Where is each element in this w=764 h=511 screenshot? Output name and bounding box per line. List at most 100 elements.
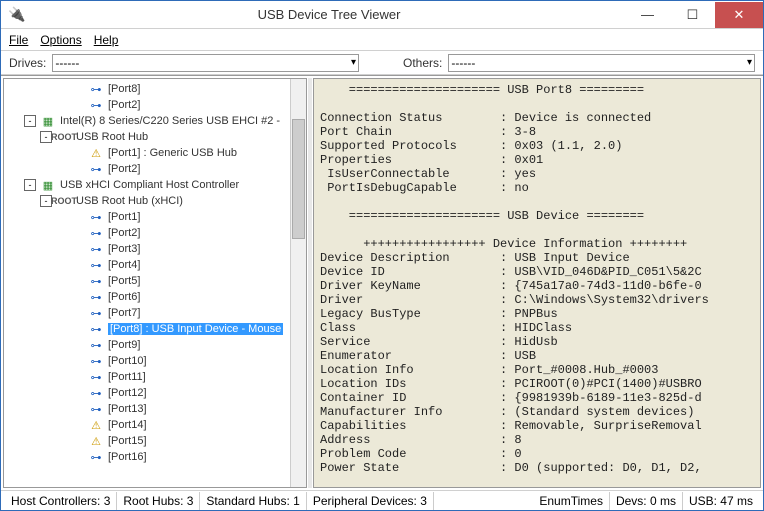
tree-row[interactable]: ⊶ [Port8] [4, 81, 306, 97]
usb-port-icon: ⊶ [88, 257, 104, 273]
tree-spacer [72, 259, 84, 271]
usb-port-icon: ⊶ [88, 321, 104, 337]
tree-scrollbar[interactable] [290, 79, 306, 487]
menu-options[interactable]: Options [40, 33, 81, 47]
menu-help[interactable]: Help [94, 33, 119, 47]
usb-port-icon: ⊶ [88, 305, 104, 321]
minimize-button[interactable]: — [625, 2, 670, 28]
tree-spacer [72, 227, 84, 239]
tree-label: [Port13] [108, 403, 147, 415]
tree-row[interactable]: ⊶[Port16] [4, 449, 306, 465]
tree-label: [Port8] : USB Input Device - Mouse [108, 323, 283, 335]
usb-port-icon: ⊶ [88, 161, 104, 177]
tree-row[interactable]: ⊶ [Port2] [4, 97, 306, 113]
tree-label: [Port1] [108, 211, 140, 223]
tree-label: USB xHCI Compliant Host Controller [60, 179, 239, 191]
tree-row[interactable]: ⊶ [Port11] [4, 369, 306, 385]
tree-label: [Port12] [108, 387, 147, 399]
toolbar: Drives: ------ ▾ Others: ------ ▾ [1, 51, 763, 75]
status-peripheral: Peripheral Devices: 3 [307, 492, 434, 510]
tree-row[interactable]: ⊶[Port6] [4, 289, 306, 305]
tree-label: [Port11] [108, 371, 146, 383]
status-root-hubs: Root Hubs: 3 [117, 492, 200, 510]
tree-row[interactable]: ⊶[Port5] [4, 273, 306, 289]
others-select[interactable]: ------ ▾ [448, 54, 755, 72]
usb-port-icon: ⊶ [88, 401, 104, 417]
tree-spacer [72, 83, 84, 95]
scrollbar-thumb[interactable] [292, 119, 305, 239]
tree-label: [Port16] [108, 451, 147, 463]
tree-spacer [72, 323, 84, 335]
tree-row[interactable]: ⊶[Port1] [4, 209, 306, 225]
tree-label: [Port2] [108, 227, 140, 239]
tree-row[interactable]: ⊶ [Port10] [4, 353, 306, 369]
status-usb: USB: 47 ms [683, 492, 759, 510]
status-enumtimes: EnumTimes [533, 492, 610, 510]
tree-spacer [72, 307, 84, 319]
tree-row[interactable]: ⊶ [Port8] : USB Input Device - Mouse [4, 321, 306, 337]
tree-label: [Port7] [108, 307, 140, 319]
tree-spacer [72, 371, 84, 383]
warning-icon: ⚠ [88, 433, 104, 449]
tree-label: [Port5] [108, 275, 140, 287]
usb-port-icon: ⊶ [88, 337, 104, 353]
drives-select[interactable]: ------ ▾ [52, 54, 359, 72]
tree-row[interactable]: ⚠[Port14] [4, 417, 306, 433]
splitter[interactable] [308, 78, 312, 488]
tree-row[interactable]: ⊶ [Port3] [4, 241, 306, 257]
maximize-button[interactable]: ☐ [670, 2, 715, 28]
tree-spacer [72, 275, 84, 287]
tree-label: [Port8] [108, 83, 140, 95]
others-label: Others: [403, 56, 442, 70]
usb-port-icon: ⊶ [88, 97, 104, 113]
usb-port-icon: ⊶ [88, 241, 104, 257]
usb-port-icon: ⊶ [88, 369, 104, 385]
tree-label: Intel(R) 8 Series/C220 Series USB EHCI #… [60, 115, 280, 127]
tree-row[interactable]: -ROOTUSB Root Hub (xHCI) [4, 193, 306, 209]
tree-row[interactable]: ⊶ [Port4] [4, 257, 306, 273]
tree-label: [Port3] [108, 243, 140, 255]
tree-label: [Port2] [108, 99, 140, 111]
tree-spacer [72, 419, 84, 431]
window-title: USB Device Tree Viewer [33, 7, 625, 22]
main-area: ⊶[Port8]⊶[Port2]-▦Intel(R) 8 Series/C220… [1, 75, 763, 490]
tree-row[interactable]: -▦ USB xHCI Compliant Host Controller [4, 177, 306, 193]
drives-value: ------ [55, 56, 79, 70]
tree-row[interactable]: ⊶ [Port7] [4, 305, 306, 321]
tree-row[interactable]: ⚠[Port1] : Generic USB Hub [4, 145, 306, 161]
tree-row[interactable]: ⊶ [Port12] [4, 385, 306, 401]
tree-row[interactable]: ⊶ [Port2] [4, 161, 306, 177]
collapse-icon[interactable]: - [24, 115, 36, 127]
drives-label: Drives: [9, 56, 46, 70]
usb-port-icon: ⊶ [88, 353, 104, 369]
tree-panel[interactable]: ⊶[Port8]⊶[Port2]-▦Intel(R) 8 Series/C220… [3, 78, 307, 488]
tree-spacer [72, 291, 84, 303]
tree-spacer [72, 211, 84, 223]
collapse-icon[interactable]: - [24, 179, 36, 191]
status-host-controllers: Host Controllers: 3 [5, 492, 117, 510]
statusbar: Host Controllers: 3 Root Hubs: 3 Standar… [1, 490, 763, 510]
tree-row[interactable]: ⊶ [Port13] [4, 401, 306, 417]
dropdown-arrow-icon: ▾ [747, 57, 752, 68]
usb-port-icon: ⊶ [88, 225, 104, 241]
tree-label: [Port2] [108, 163, 140, 175]
app-icon: 🔌 [7, 5, 27, 25]
tree-row[interactable]: -▦Intel(R) 8 Series/C220 Series USB EHCI… [4, 113, 306, 129]
detail-panel[interactable]: ===================== USB Port8 ========… [313, 78, 761, 488]
tree-label: [Port10] [108, 355, 147, 367]
close-button[interactable]: ✕ [715, 2, 763, 28]
tree-spacer [72, 99, 84, 111]
usb-port-icon: ⊶ [88, 81, 104, 97]
tree-row[interactable]: ⊶ [Port2] [4, 225, 306, 241]
tree-spacer [72, 163, 84, 175]
controller-icon: ▦ [40, 177, 56, 193]
tree-spacer [72, 435, 84, 447]
tree-label: USB Root Hub [76, 131, 148, 143]
tree-row[interactable]: ⚠[Port15] [4, 433, 306, 449]
tree-row[interactable]: -ROOTUSB Root Hub [4, 129, 306, 145]
tree-row[interactable]: ⊶[Port9] [4, 337, 306, 353]
tree-label: [Port4] [108, 259, 140, 271]
titlebar: 🔌 USB Device Tree Viewer — ☐ ✕ [1, 1, 763, 29]
menu-file[interactable]: File [9, 33, 28, 47]
usb-port-icon: ⊶ [88, 385, 104, 401]
